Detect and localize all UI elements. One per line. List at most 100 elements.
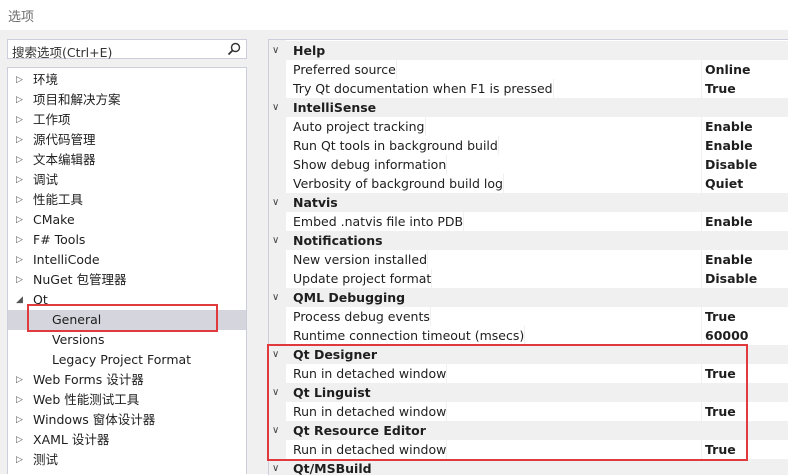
collapsed-arrow-icon[interactable]: ▷ bbox=[16, 70, 23, 90]
property-row[interactable]: Run Qt tools in background build Enable bbox=[269, 136, 788, 155]
collapsed-arrow-icon[interactable]: ▷ bbox=[16, 430, 23, 450]
expanded-arrow-icon[interactable]: ◢ bbox=[16, 290, 23, 310]
property-value[interactable]: True bbox=[705, 440, 736, 459]
collapsed-arrow-icon[interactable]: ▷ bbox=[16, 150, 23, 170]
search-input[interactable]: 搜索选项(Ctrl+E) bbox=[7, 39, 247, 60]
category-row[interactable]: ∨ Qt Linguist bbox=[269, 383, 788, 402]
tree-item-15[interactable]: ▷ XAML 设计器 bbox=[8, 430, 246, 450]
category-row[interactable]: ∨ IntelliSense bbox=[269, 98, 788, 117]
column-divider[interactable] bbox=[701, 136, 702, 155]
column-divider[interactable] bbox=[701, 155, 702, 174]
property-row[interactable]: Show debug information Disable bbox=[269, 155, 788, 174]
property-row[interactable]: Run in detached window True bbox=[269, 402, 788, 421]
property-value[interactable]: True bbox=[705, 307, 736, 326]
tree-item-16[interactable]: ▷ 测试 bbox=[8, 450, 246, 470]
tree-item-9[interactable]: ▷ IntelliCode bbox=[8, 250, 246, 270]
column-divider[interactable] bbox=[701, 117, 702, 136]
property-value[interactable]: Online bbox=[705, 60, 750, 79]
tree-item-6[interactable]: ▷ 性能工具 bbox=[8, 190, 246, 210]
column-divider[interactable] bbox=[701, 440, 702, 459]
property-value[interactable]: Enable bbox=[705, 136, 753, 155]
collapsed-arrow-icon[interactable]: ▷ bbox=[16, 130, 23, 150]
property-row[interactable]: Try Qt documentation when F1 is pressed T… bbox=[269, 79, 788, 98]
property-value[interactable]: 60000 bbox=[705, 326, 749, 345]
tree-item-8[interactable]: ▷ F# Tools bbox=[8, 230, 246, 250]
chevron-down-icon[interactable]: ∨ bbox=[272, 193, 279, 212]
category-row[interactable]: ∨ Natvis bbox=[269, 193, 788, 212]
property-row[interactable]: Auto project tracking Enable bbox=[269, 117, 788, 136]
property-row[interactable]: Process debug events True bbox=[269, 307, 788, 326]
tree-item-13[interactable]: ▷ Web 性能测试工具 bbox=[8, 390, 246, 410]
tree-item-3[interactable]: ▷ 源代码管理 bbox=[8, 130, 246, 150]
property-row[interactable]: Verbosity of background build log Quiet bbox=[269, 174, 788, 193]
tree-item-5[interactable]: ▷ 调试 bbox=[8, 170, 246, 190]
property-value[interactable]: Disable bbox=[705, 269, 757, 288]
property-row[interactable]: Runtime connection timeout (msecs) 60000 bbox=[269, 326, 788, 345]
tree-child-11-1[interactable]: Versions bbox=[8, 330, 246, 350]
tree-child-11-2[interactable]: Legacy Project Format bbox=[8, 350, 246, 370]
collapsed-arrow-icon[interactable]: ▷ bbox=[16, 90, 23, 110]
chevron-down-icon[interactable]: ∨ bbox=[272, 41, 279, 60]
collapsed-arrow-icon[interactable]: ▷ bbox=[16, 270, 23, 290]
collapsed-arrow-icon[interactable]: ▷ bbox=[16, 230, 23, 250]
tree-item-14[interactable]: ▷ Windows 窗体设计器 bbox=[8, 410, 246, 430]
property-value[interactable]: Enable bbox=[705, 212, 753, 231]
property-row[interactable]: Embed .natvis file into PDB Enable bbox=[269, 212, 788, 231]
tree-child-11-0[interactable]: General bbox=[8, 310, 246, 330]
category-row[interactable]: ∨ Qt Resource Editor bbox=[269, 421, 788, 440]
tree-item-7[interactable]: ▷ CMake bbox=[8, 210, 246, 230]
chevron-down-icon[interactable]: ∨ bbox=[272, 383, 279, 402]
column-divider[interactable] bbox=[701, 174, 702, 193]
category-row[interactable]: ∨ Help bbox=[269, 41, 788, 60]
column-divider[interactable] bbox=[701, 326, 702, 345]
chevron-down-icon[interactable]: ∨ bbox=[272, 459, 279, 475]
column-divider[interactable] bbox=[701, 402, 702, 421]
column-divider[interactable] bbox=[701, 79, 702, 98]
category-row[interactable]: ∨ Notifications bbox=[269, 231, 788, 250]
tree-item-12[interactable]: ▷ Web Forms 设计器 bbox=[8, 370, 246, 390]
collapsed-arrow-icon[interactable]: ▷ bbox=[16, 110, 23, 130]
property-value[interactable]: True bbox=[705, 79, 736, 98]
collapsed-arrow-icon[interactable]: ▷ bbox=[16, 410, 23, 430]
property-value[interactable]: True bbox=[705, 402, 736, 421]
collapsed-arrow-icon[interactable]: ▷ bbox=[16, 210, 23, 230]
collapsed-arrow-icon[interactable]: ▷ bbox=[16, 250, 23, 270]
chevron-down-icon[interactable]: ∨ bbox=[272, 288, 279, 307]
property-value[interactable]: True bbox=[705, 364, 736, 383]
property-row[interactable]: Preferred source Online bbox=[269, 60, 788, 79]
property-row[interactable]: New version installed Enable bbox=[269, 250, 788, 269]
tree-item-11[interactable]: ◢ Qt bbox=[8, 290, 246, 310]
column-divider[interactable] bbox=[701, 250, 702, 269]
property-value[interactable]: Quiet bbox=[705, 174, 743, 193]
collapsed-arrow-icon[interactable]: ▷ bbox=[16, 370, 23, 390]
tree-item-2[interactable]: ▷ 工作项 bbox=[8, 110, 246, 130]
column-divider[interactable] bbox=[701, 364, 702, 383]
tree-item-4[interactable]: ▷ 文本编辑器 bbox=[8, 150, 246, 170]
collapsed-arrow-icon[interactable]: ▷ bbox=[16, 190, 23, 210]
category-row[interactable]: ∨ Qt Designer bbox=[269, 345, 788, 364]
search-icon[interactable] bbox=[226, 41, 242, 57]
tree-item-1[interactable]: ▷ 项目和解决方案 bbox=[8, 90, 246, 110]
property-row[interactable]: Update project format Disable bbox=[269, 269, 788, 288]
property-name: Run in detached window bbox=[293, 440, 448, 459]
property-value[interactable]: Enable bbox=[705, 250, 753, 269]
chevron-down-icon[interactable]: ∨ bbox=[272, 421, 279, 440]
tree-item-10[interactable]: ▷ NuGet 包管理器 bbox=[8, 270, 246, 290]
collapsed-arrow-icon[interactable]: ▷ bbox=[16, 170, 23, 190]
category-row[interactable]: ∨ Qt/MSBuild bbox=[269, 459, 788, 475]
property-value[interactable]: Enable bbox=[705, 117, 753, 136]
property-row[interactable]: Run in detached window True bbox=[269, 364, 788, 383]
column-divider[interactable] bbox=[701, 269, 702, 288]
tree-item-0[interactable]: ▷ 环境 bbox=[8, 70, 246, 90]
column-divider[interactable] bbox=[701, 60, 702, 79]
collapsed-arrow-icon[interactable]: ▷ bbox=[16, 390, 23, 410]
property-row[interactable]: Run in detached window True bbox=[269, 440, 788, 459]
column-divider[interactable] bbox=[701, 307, 702, 326]
chevron-down-icon[interactable]: ∨ bbox=[272, 98, 279, 117]
chevron-down-icon[interactable]: ∨ bbox=[272, 231, 279, 250]
category-row[interactable]: ∨ QML Debugging bbox=[269, 288, 788, 307]
collapsed-arrow-icon[interactable]: ▷ bbox=[16, 450, 23, 470]
property-value[interactable]: Disable bbox=[705, 155, 757, 174]
chevron-down-icon[interactable]: ∨ bbox=[272, 345, 279, 364]
column-divider[interactable] bbox=[701, 212, 702, 231]
